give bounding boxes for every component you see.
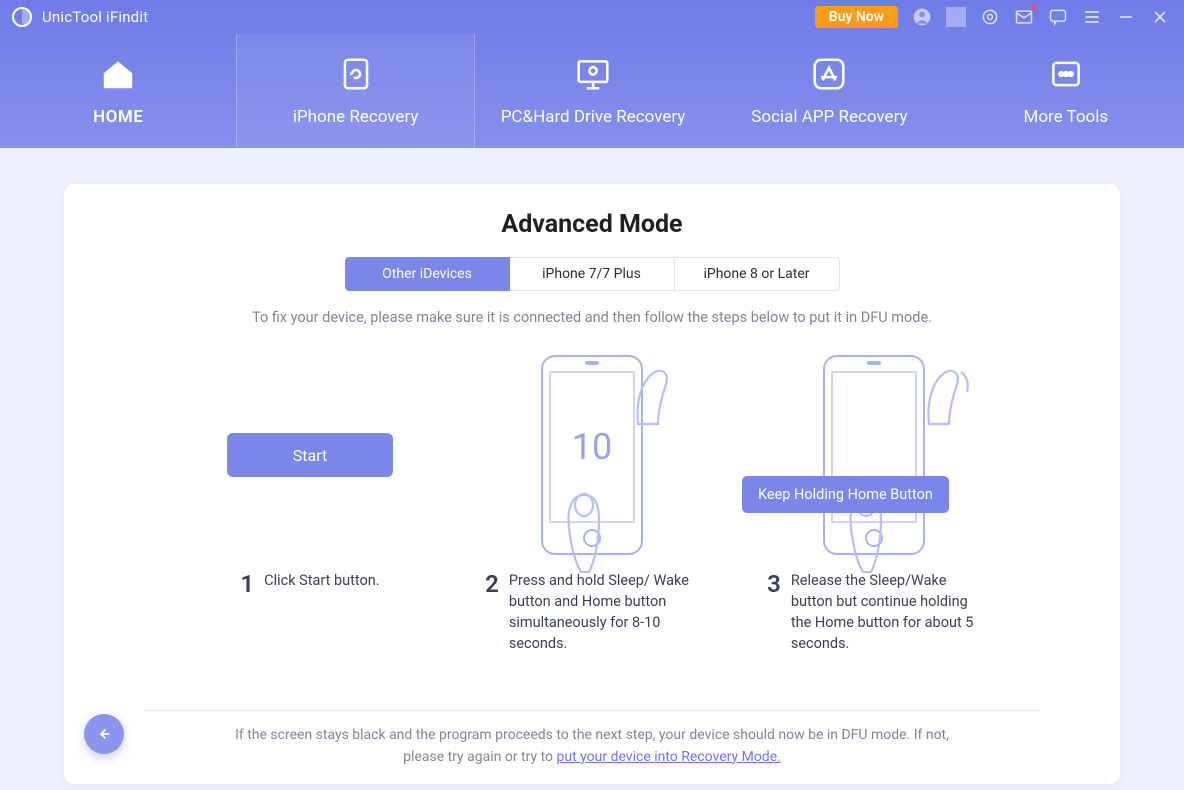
divider bbox=[946, 7, 966, 27]
minimize-icon[interactable] bbox=[1116, 7, 1136, 27]
content-card: Advanced Mode Other iDevices iPhone 7/7 … bbox=[64, 184, 1120, 784]
tab-label: HOME bbox=[93, 107, 143, 127]
step-3: Keep Holding Home Button 3 Release the S… bbox=[738, 340, 1010, 654]
monitor-icon bbox=[574, 55, 612, 93]
back-button[interactable] bbox=[84, 714, 124, 754]
step-number: 2 bbox=[485, 570, 499, 598]
tab-label: PC&Hard Drive Recovery bbox=[501, 107, 686, 127]
tab-home[interactable]: HOME bbox=[0, 34, 236, 148]
separator bbox=[144, 710, 1040, 711]
tab-label: iPhone Recovery bbox=[293, 107, 419, 127]
tab-label: Social APP Recovery bbox=[751, 107, 907, 127]
tab-pc-recovery[interactable]: PC&Hard Drive Recovery bbox=[475, 34, 711, 148]
hold-home-label: Keep Holding Home Button bbox=[742, 476, 949, 513]
app-logo-icon bbox=[10, 5, 34, 29]
tab-more-tools[interactable]: More Tools bbox=[948, 34, 1184, 148]
step-number: 3 bbox=[767, 570, 781, 598]
start-button[interactable]: Start bbox=[227, 433, 393, 477]
device-tab-iphone8[interactable]: iPhone 8 or Later bbox=[675, 257, 840, 291]
thumb-bottom-icon bbox=[559, 490, 609, 580]
step-2: 10 2 Press and hold Sleep/ Wake button a… bbox=[456, 340, 728, 654]
step-text: Release the Sleep/Wake button but contin… bbox=[791, 570, 981, 654]
step-1: Start 1 Click Start button. bbox=[174, 340, 446, 654]
device-tabs: Other iDevices iPhone 7/7 Plus iPhone 8 … bbox=[144, 257, 1040, 291]
page-title: Advanced Mode bbox=[144, 210, 1040, 239]
chat-icon[interactable] bbox=[1048, 7, 1068, 27]
tab-social-recovery[interactable]: Social APP Recovery bbox=[711, 34, 947, 148]
instruction-text: To fix your device, please make sure it … bbox=[144, 309, 1040, 326]
home-icon bbox=[99, 55, 137, 93]
more-icon bbox=[1047, 55, 1085, 93]
tab-label: More Tools bbox=[1023, 107, 1108, 127]
target-icon[interactable] bbox=[980, 7, 1000, 27]
steps-row: Start 1 Click Start button. 10 bbox=[144, 340, 1040, 654]
step-text: Press and hold Sleep/ Wake button and Ho… bbox=[509, 570, 699, 654]
recovery-mode-link[interactable]: put your device into Recovery Mode. bbox=[557, 749, 781, 765]
menu-icon[interactable] bbox=[1082, 7, 1102, 27]
mail-icon[interactable] bbox=[1014, 7, 1034, 27]
buy-now-button[interactable]: Buy Now bbox=[815, 6, 898, 28]
device-tab-iphone7[interactable]: iPhone 7/7 Plus bbox=[510, 257, 675, 291]
top-nav: HOME iPhone Recovery PC&Hard Drive Recov… bbox=[0, 34, 1184, 148]
tab-iphone-recovery[interactable]: iPhone Recovery bbox=[236, 34, 474, 148]
step-number: 1 bbox=[240, 570, 254, 598]
refresh-icon bbox=[337, 55, 375, 93]
thumb-top-icon bbox=[630, 354, 680, 444]
thumb-release-icon bbox=[923, 354, 973, 444]
step-text: Click Start button. bbox=[264, 570, 379, 591]
arrow-left-icon bbox=[95, 725, 113, 743]
app-title: UnicTool iFindit bbox=[42, 8, 148, 26]
profile-icon[interactable] bbox=[912, 7, 932, 27]
appstore-icon bbox=[810, 55, 848, 93]
device-tab-other[interactable]: Other iDevices bbox=[345, 257, 510, 291]
close-icon[interactable] bbox=[1150, 7, 1170, 27]
titlebar: UnicTool iFindit Buy Now bbox=[0, 0, 1184, 34]
titlebar-icons bbox=[912, 7, 1170, 27]
footnote: If the screen stays black and the progra… bbox=[144, 725, 1040, 768]
